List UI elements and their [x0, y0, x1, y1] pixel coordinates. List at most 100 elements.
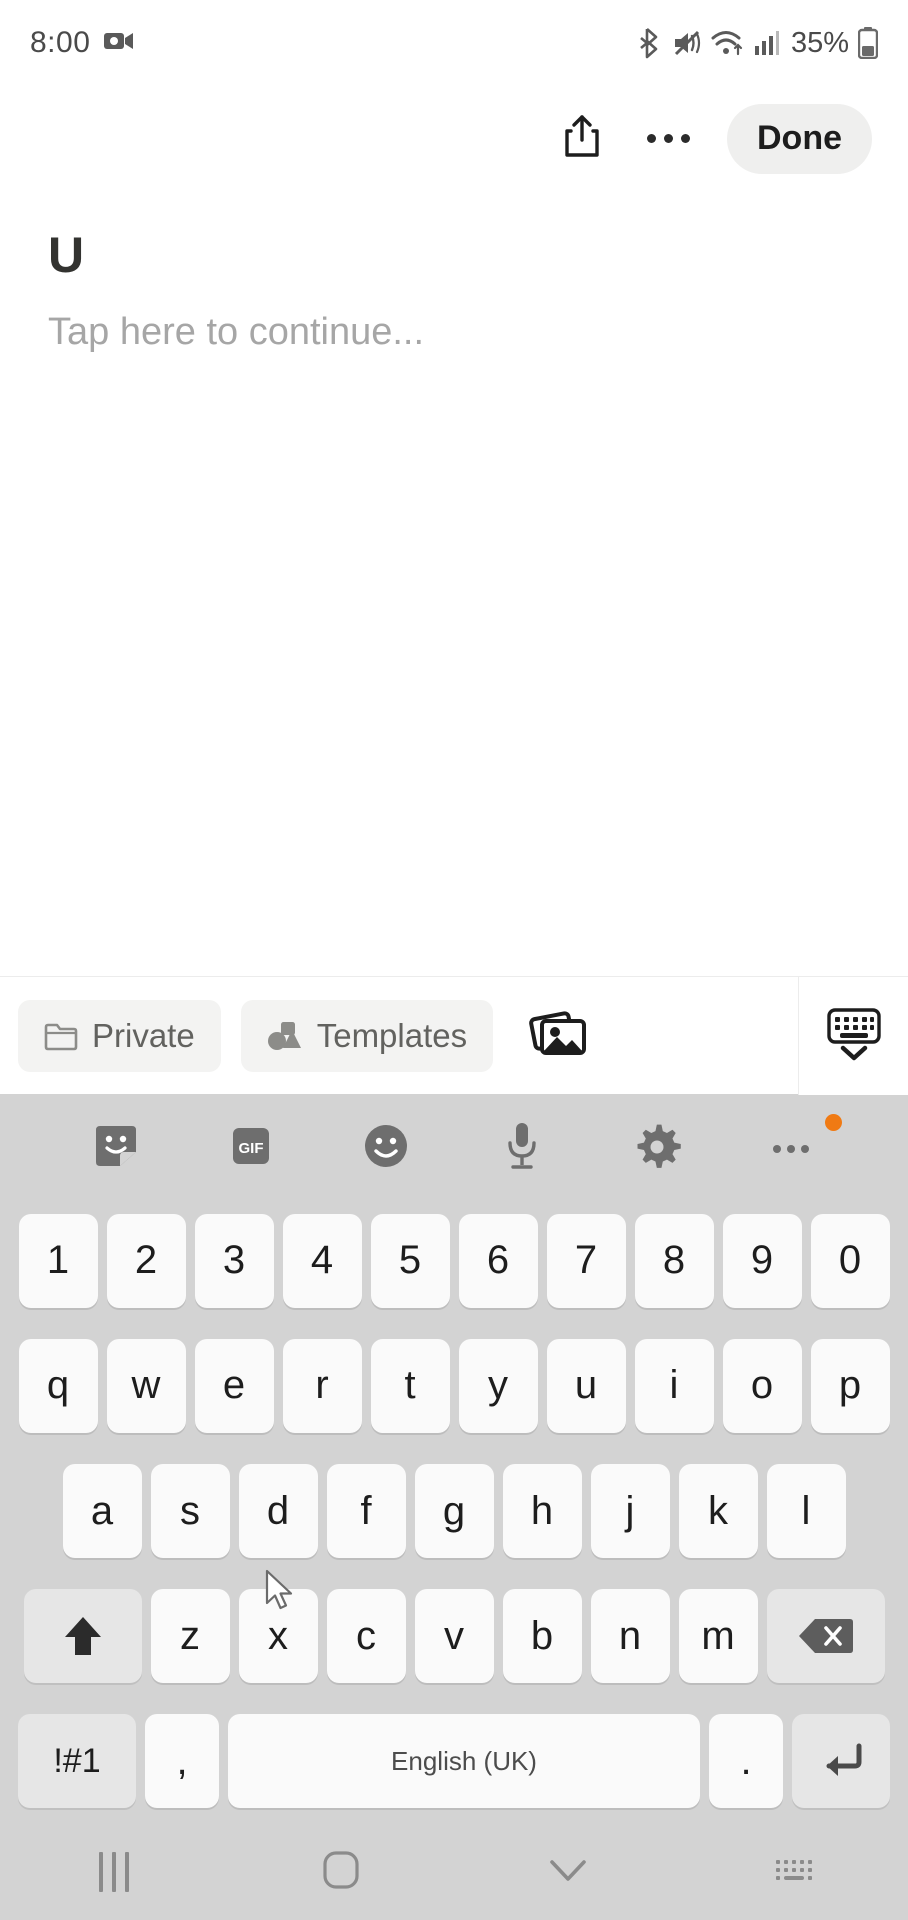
keyboard-row-top: q w e r t y u i o p: [6, 1323, 902, 1448]
key-m[interactable]: m: [678, 1589, 758, 1684]
bluetooth-icon: [639, 27, 663, 59]
enter-key[interactable]: [792, 1714, 890, 1809]
notification-badge-dot: [824, 1114, 842, 1131]
space-key[interactable]: English (UK): [228, 1714, 700, 1809]
key-o[interactable]: o: [722, 1338, 802, 1433]
shift-icon: [61, 1612, 105, 1660]
templates-chip[interactable]: Templates: [240, 999, 494, 1072]
key-4[interactable]: 4: [282, 1213, 362, 1308]
key-c[interactable]: c: [326, 1589, 406, 1684]
key-e[interactable]: e: [194, 1338, 274, 1433]
soft-keyboard: GIF 1 2 3 4 5 6 7 8 9 0 q w e r t y u i …: [0, 1094, 908, 1824]
keyboard-switch-icon: [772, 1854, 818, 1891]
wifi-icon: [711, 29, 745, 57]
key-a[interactable]: a: [62, 1464, 142, 1558]
nav-hide-keyboard-button[interactable]: [454, 1824, 681, 1920]
key-x[interactable]: x: [238, 1589, 318, 1684]
folder-icon: [44, 1021, 78, 1051]
sticker-icon: [92, 1122, 140, 1170]
settings-gear-icon: [632, 1121, 682, 1171]
key-5[interactable]: 5: [370, 1213, 450, 1308]
nav-home-button[interactable]: [227, 1824, 454, 1920]
app-top-bar: Done: [0, 86, 908, 191]
key-z[interactable]: z: [150, 1589, 230, 1684]
key-w[interactable]: w: [106, 1338, 186, 1433]
key-u[interactable]: u: [546, 1338, 626, 1433]
recents-icon: [98, 1852, 129, 1892]
hide-keyboard-chevron-icon: [546, 1855, 590, 1890]
done-button[interactable]: Done: [727, 103, 872, 174]
key-l[interactable]: l: [766, 1464, 846, 1558]
note-editor[interactable]: U Tap here to continue...: [0, 191, 908, 976]
emoji-icon: [361, 1121, 411, 1171]
phone-screen: 8:00 35% Done U Tap here to continue... …: [0, 0, 908, 1920]
video-camera-icon: [104, 30, 134, 57]
key-s[interactable]: s: [150, 1464, 230, 1558]
key-7[interactable]: 7: [546, 1213, 626, 1308]
share-icon: [562, 113, 602, 164]
key-d[interactable]: d: [238, 1464, 318, 1558]
key-i[interactable]: i: [634, 1338, 714, 1433]
key-b[interactable]: b: [502, 1589, 582, 1684]
key-h[interactable]: h: [502, 1464, 582, 1558]
more-dots-icon: [770, 1136, 814, 1156]
key-p[interactable]: p: [810, 1338, 890, 1433]
key-9[interactable]: 9: [722, 1213, 802, 1308]
gallery-icon: [529, 1006, 591, 1065]
keyboard-row-function: !#1 , English (UK) .: [6, 1699, 902, 1824]
period-key[interactable]: .: [709, 1714, 783, 1809]
key-k[interactable]: k: [678, 1464, 758, 1558]
nav-keyboard-switch-button[interactable]: [681, 1824, 908, 1920]
svg-text:GIF: GIF: [238, 1140, 263, 1157]
microphone-button[interactable]: [454, 1094, 589, 1198]
cellular-signal-icon: [754, 30, 780, 56]
share-button[interactable]: [543, 100, 621, 178]
key-n[interactable]: n: [590, 1589, 670, 1684]
key-8[interactable]: 8: [634, 1213, 714, 1308]
templates-chip-label: Templates: [316, 1016, 468, 1054]
note-title[interactable]: U: [48, 229, 860, 282]
key-2[interactable]: 2: [106, 1213, 186, 1308]
private-chip-label: Private: [92, 1016, 195, 1054]
key-t[interactable]: t: [370, 1338, 450, 1433]
backspace-key[interactable]: [766, 1589, 885, 1684]
sticker-button[interactable]: [48, 1094, 183, 1198]
system-navigation-bar: [0, 1824, 908, 1920]
keyboard-row-home: a s d f g h j k l: [6, 1448, 902, 1573]
note-body-placeholder[interactable]: Tap here to continue...: [48, 310, 860, 356]
keyboard-hide-icon: [825, 1006, 883, 1067]
key-q[interactable]: q: [18, 1338, 98, 1433]
key-r[interactable]: r: [282, 1338, 362, 1433]
key-6[interactable]: 6: [458, 1213, 538, 1308]
keyboard-more-button[interactable]: [725, 1094, 860, 1198]
keyboard-hide-button[interactable]: [798, 977, 908, 1095]
status-time: 8:00: [30, 26, 91, 59]
status-bar-left: 8:00: [30, 26, 134, 60]
shapes-icon: [267, 1020, 303, 1052]
keyboard-settings-button[interactable]: [589, 1094, 724, 1198]
status-bar: 8:00 35%: [0, 0, 908, 86]
microphone-icon: [501, 1120, 543, 1172]
private-folder-chip[interactable]: Private: [18, 999, 221, 1072]
key-v[interactable]: v: [414, 1589, 494, 1684]
key-g[interactable]: g: [414, 1464, 494, 1558]
gallery-button[interactable]: [517, 996, 603, 1076]
key-y[interactable]: y: [458, 1338, 538, 1433]
gif-button[interactable]: GIF: [183, 1094, 318, 1198]
emoji-button[interactable]: [319, 1094, 454, 1198]
mute-vibrate-icon: [672, 28, 702, 58]
shift-key[interactable]: [23, 1589, 142, 1684]
enter-icon: [817, 1740, 865, 1782]
key-j[interactable]: j: [590, 1464, 670, 1558]
battery-percent: 35%: [790, 26, 849, 59]
status-bar-right: 35%: [639, 27, 878, 60]
key-3[interactable]: 3: [194, 1213, 274, 1308]
symbols-key[interactable]: !#1: [18, 1714, 136, 1809]
comma-key[interactable]: ,: [145, 1714, 219, 1809]
key-f[interactable]: f: [326, 1464, 406, 1558]
more-options-button[interactable]: [629, 100, 707, 178]
keyboard-toolbar: GIF: [6, 1094, 902, 1198]
key-1[interactable]: 1: [18, 1213, 98, 1308]
nav-recents-button[interactable]: [0, 1824, 227, 1920]
key-0[interactable]: 0: [810, 1213, 890, 1308]
